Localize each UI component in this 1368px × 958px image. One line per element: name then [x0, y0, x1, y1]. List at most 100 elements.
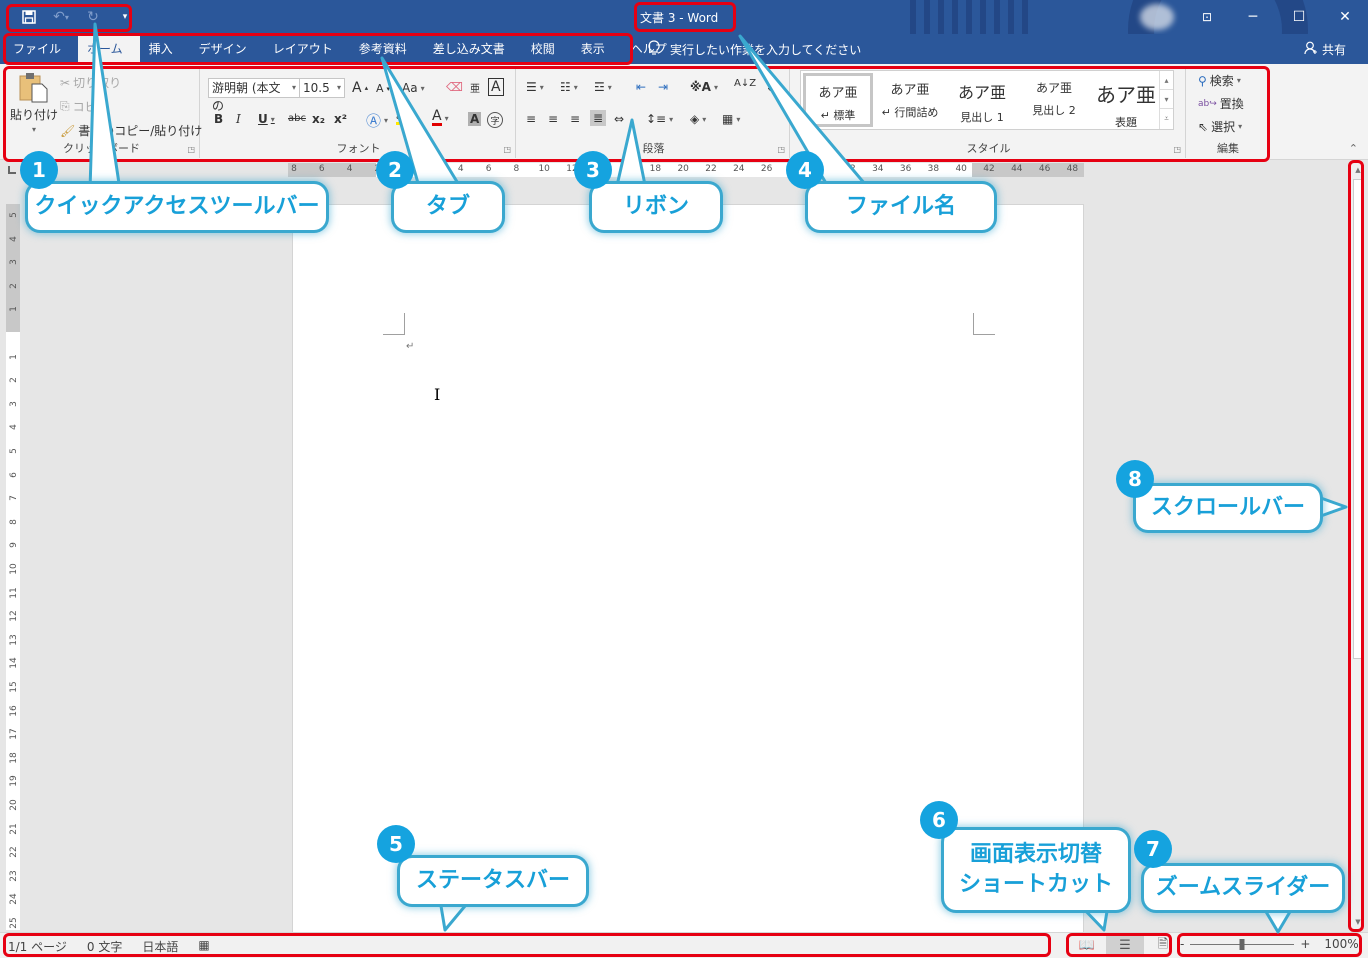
bold-button[interactable]: B — [214, 112, 223, 126]
format-painter-button[interactable]: 🖌 書式のコピー/貼り付け — [60, 122, 202, 139]
share-button[interactable]: 共有 — [1304, 34, 1346, 64]
close-button[interactable]: ✕ — [1322, 0, 1368, 34]
style-item[interactable]: あア亜 ↵ 標準 — [803, 73, 873, 127]
increase-indent-button[interactable]: ⇥ — [658, 80, 668, 94]
customize-qat-button[interactable]: ▾ — [114, 6, 136, 28]
font-name-value: 游明朝 (本文の — [212, 81, 281, 113]
scroll-down-button[interactable]: ▼ — [1351, 915, 1365, 929]
character-border-icon: A — [491, 79, 501, 95]
style-item[interactable]: あア亜 表題 — [1091, 73, 1161, 129]
character-border-button[interactable]: A — [488, 78, 504, 96]
paste-dropdown-icon[interactable]: ▾ — [32, 125, 36, 134]
paste-button[interactable]: 貼り付け ▾ — [10, 72, 58, 134]
style-item[interactable]: あア亜 見出し 1 — [947, 73, 1017, 127]
change-case-button[interactable]: Aa ▾ — [402, 81, 425, 95]
font-color-button[interactable]: A ▾ — [432, 109, 449, 126]
tab-1[interactable]: ホーム — [78, 34, 140, 64]
tab-3[interactable]: デザイン — [190, 34, 264, 64]
save-button[interactable] — [18, 6, 40, 28]
highlight-button[interactable]: ab — [396, 112, 408, 125]
clipboard-dialog-launcher[interactable]: ◳ — [187, 145, 195, 154]
multilevel-list-button[interactable]: ☲ ▾ — [594, 80, 612, 94]
tell-me-box[interactable]: 実行したい作業を入力してください — [648, 34, 861, 64]
title-bar: ↶ ▾ ↻ ▾ 文書 3 - Word ⊡ ─ ☐ ✕ — [0, 0, 1368, 34]
tab-2[interactable]: 挿入 — [140, 34, 190, 64]
phonetic-guide-button[interactable]: 亜 — [470, 80, 480, 95]
copy-button[interactable]: ⎘ コピー — [60, 98, 109, 115]
zoom-in-button[interactable]: + — [1300, 937, 1310, 951]
asian-layout-button[interactable]: ※A ▾ — [690, 80, 718, 94]
web-layout-button[interactable]: 🗎 — [1144, 935, 1182, 956]
gallery-down-button[interactable]: ▾ — [1160, 90, 1173, 109]
zoom-level[interactable]: 100% — [1324, 937, 1358, 951]
numbering-button[interactable]: ☷ ▾ — [560, 80, 578, 94]
tab-8[interactable]: 表示 — [572, 34, 622, 64]
font-size-combo[interactable]: 10.5 ▾ — [299, 78, 345, 98]
justify-button[interactable]: ≣ — [590, 110, 607, 126]
tab-0[interactable]: ファイル — [4, 34, 78, 64]
subscript-button[interactable]: x₂ — [312, 112, 325, 126]
sort-button[interactable]: A↓Z — [734, 78, 756, 89]
paragraph-dialog-launcher[interactable]: ◳ — [777, 145, 785, 154]
line-spacing-button[interactable]: ↕≡ ▾ — [646, 112, 673, 126]
cut-button[interactable]: ✂ 切り取り — [60, 74, 121, 91]
page-count[interactable]: 1/1 ページ — [8, 938, 67, 955]
collapse-ribbon-button[interactable]: ⌃ — [1349, 142, 1358, 155]
strikethrough-button[interactable]: abc — [288, 113, 306, 124]
grow-font-button[interactable]: A ▴ — [352, 80, 368, 96]
tab-4[interactable]: レイアウト — [264, 34, 350, 64]
zoom-knob[interactable] — [1239, 938, 1245, 950]
tab-5[interactable]: 参考資料 — [350, 34, 424, 64]
style-item[interactable]: あア亜 ↵ 行間詰め — [875, 73, 945, 127]
maximize-button[interactable]: ☐ — [1276, 0, 1322, 34]
select-button[interactable]: ⇖ 選択 ▾ — [1198, 118, 1242, 135]
italic-button[interactable]: I — [236, 112, 241, 126]
read-mode-button[interactable]: 📖 — [1068, 935, 1106, 956]
ribbon-display-options-button[interactable]: ⊡ — [1184, 0, 1230, 34]
text-effects-button[interactable]: Ⓐ ▾ — [366, 110, 388, 131]
undo-button[interactable]: ↶ ▾ — [50, 6, 72, 28]
distributed-button[interactable]: ⇔ — [614, 112, 624, 126]
borders-button[interactable]: ▦ ▾ — [722, 112, 740, 126]
vertical-ruler[interactable]: 5 4 3 2 1 1 2 3 4 5 6 7 8 9 10 11 12 13 14 15 16 17 18 19 20 21 22… — [6, 204, 20, 930]
asian-layout-icon: ※A — [690, 80, 711, 94]
account-avatar-blurred[interactable] — [1140, 4, 1174, 30]
print-layout-button[interactable]: ☰ — [1106, 935, 1144, 956]
enclose-characters-button[interactable]: 字 — [487, 112, 503, 128]
zoom-out-button[interactable]: - — [1180, 937, 1184, 951]
scroll-thumb[interactable] — [1353, 179, 1362, 659]
zoom-track[interactable] — [1190, 938, 1295, 950]
styles-dialog-launcher[interactable]: ◳ — [1173, 145, 1181, 154]
align-left-button[interactable]: ≡ — [526, 112, 536, 126]
clear-formatting-button[interactable]: ⌫ — [446, 80, 463, 94]
document-page[interactable]: ↵ I — [292, 204, 1084, 932]
vertical-scrollbar[interactable]: ▲ ▼ — [1350, 163, 1364, 929]
shrink-font-button[interactable]: A ▾ — [376, 82, 390, 95]
gallery-up-button[interactable]: ▴ — [1160, 71, 1173, 90]
tab-selector[interactable] — [8, 166, 16, 174]
align-right-button[interactable]: ≡ — [570, 112, 580, 126]
tab-6[interactable]: 差し込み文書 — [424, 34, 522, 64]
font-name-combo[interactable]: 游明朝 (本文の ▾ — [208, 78, 300, 113]
redo-button[interactable]: ↻ — [82, 6, 104, 28]
word-count[interactable]: 0 文字 — [87, 938, 122, 955]
bullets-button[interactable]: ☰ ▾ — [526, 80, 544, 94]
style-item[interactable]: あア亜 見出し 2 — [1019, 73, 1089, 127]
scroll-up-button[interactable]: ▲ — [1351, 163, 1365, 177]
macro-record-icon[interactable]: ▦ — [198, 938, 209, 955]
character-shading-button[interactable]: A — [468, 112, 482, 126]
font-dialog-launcher[interactable]: ◳ — [503, 145, 511, 154]
find-button[interactable]: ⚲ 検索 ▾ — [1198, 72, 1241, 89]
superscript-button[interactable]: x² — [334, 112, 347, 126]
paste-icon — [19, 73, 48, 103]
underline-button[interactable]: U ▾ — [258, 112, 275, 126]
tab-7[interactable]: 校閲 — [522, 34, 572, 64]
gallery-more-button[interactable]: ⩡ — [1160, 109, 1173, 128]
shading-button[interactable]: ◈ ▾ — [690, 112, 706, 126]
align-center-button[interactable]: ≡ — [548, 112, 558, 126]
replace-button[interactable]: ab↪ 置換 — [1198, 95, 1244, 112]
show-marks-button[interactable]: ↲ — [766, 80, 776, 94]
language-indicator[interactable]: 日本語 — [142, 938, 178, 955]
minimize-button[interactable]: ─ — [1230, 0, 1276, 34]
decrease-indent-button[interactable]: ⇤ — [636, 80, 646, 94]
